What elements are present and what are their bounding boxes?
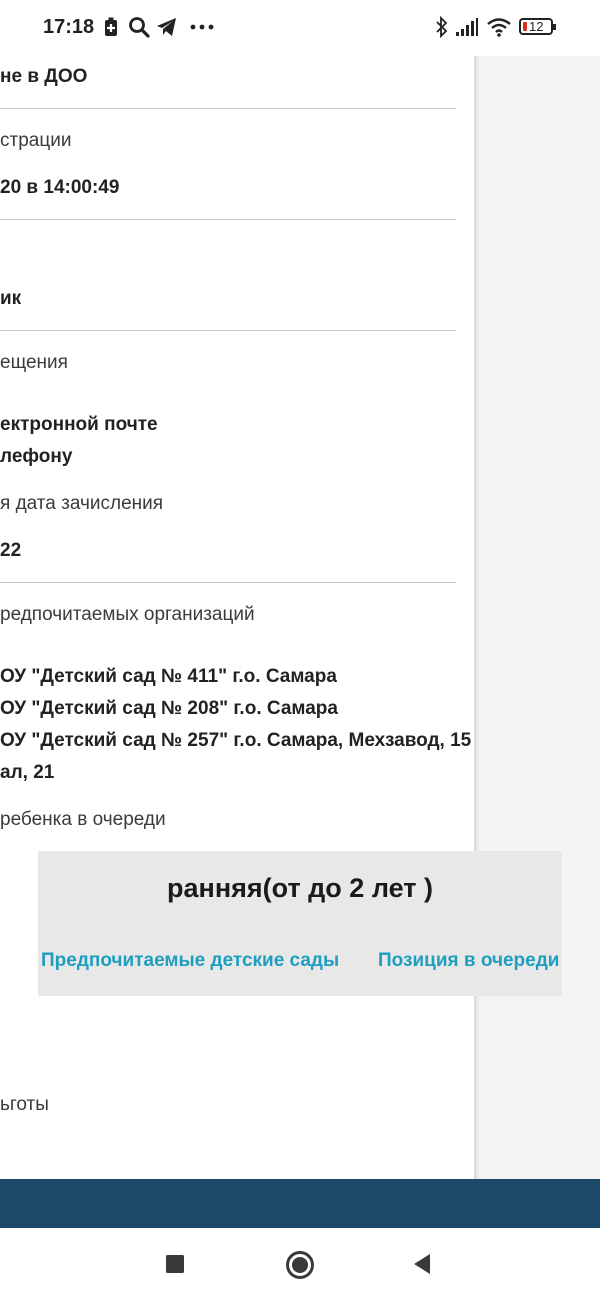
org-list-item: ОУ "Детский сад № 411" г.о. Самара: [0, 666, 337, 687]
battery-icon: 12: [519, 18, 556, 35]
application-details-page: не в ДОО страции 20 в 14:00:49 ик ещения…: [0, 0, 474, 1179]
preferred-kindergartens-tab[interactable]: Предпочитаемые детские сады: [41, 950, 339, 972]
more-icon: [190, 24, 214, 30]
back-icon[interactable]: [412, 1253, 432, 1275]
recent-apps-icon[interactable]: [165, 1254, 185, 1274]
wifi-icon: [487, 18, 511, 37]
registration-label: страции: [0, 130, 72, 151]
divider: [0, 582, 456, 583]
notify-phone-value: лефону: [0, 446, 73, 467]
org-list-item: ОУ "Детский сад № 208" г.о. Самара: [0, 698, 338, 719]
status-time: 17:18: [43, 16, 95, 38]
applicant-value: ик: [0, 288, 22, 309]
enroll-date-value: 22: [0, 540, 22, 561]
queue-position-tab[interactable]: Позиция в очереди: [378, 950, 559, 972]
bluetooth-icon: [436, 16, 448, 38]
drawer-shadow-area[interactable]: [474, 44, 600, 1179]
bottom-app-bar: [0, 1179, 600, 1228]
search-icon: [129, 17, 150, 38]
registration-datetime-value: 20 в 14:00:49: [0, 177, 120, 198]
directed-status-value: не в ДОО: [0, 66, 88, 87]
age-group-title: ранняя(от до 2 лет ): [167, 873, 433, 903]
home-icon[interactable]: [285, 1250, 315, 1280]
queue-group-card: ранняя(от до 2 лет ) Предпочитаемые детс…: [38, 851, 562, 996]
benefits-label: ьготы: [0, 1094, 49, 1115]
org-list-item: ОУ "Детский сад № 257" г.о. Самара, Мехз…: [0, 730, 472, 751]
enroll-date-label: я дата зачисления: [0, 493, 164, 514]
preferred-orgs-label: редпочитаемых организаций: [0, 604, 255, 625]
system-navigation-bar: [0, 1228, 600, 1299]
notify-email-value: ектронной почте: [0, 414, 158, 435]
battery-saver-icon: [105, 17, 117, 36]
divider: [0, 108, 456, 109]
queue-position-label: ребенка в очереди: [0, 809, 166, 830]
notification-label: ещения: [0, 352, 68, 373]
status-bar: 17:18 12: [0, 0, 600, 56]
org-list-item: ал, 21: [0, 762, 55, 783]
telegram-icon: [157, 18, 176, 36]
divider: [0, 219, 456, 220]
divider: [0, 330, 456, 331]
battery-level: 12: [529, 19, 544, 34]
signal-icon: [456, 18, 478, 36]
